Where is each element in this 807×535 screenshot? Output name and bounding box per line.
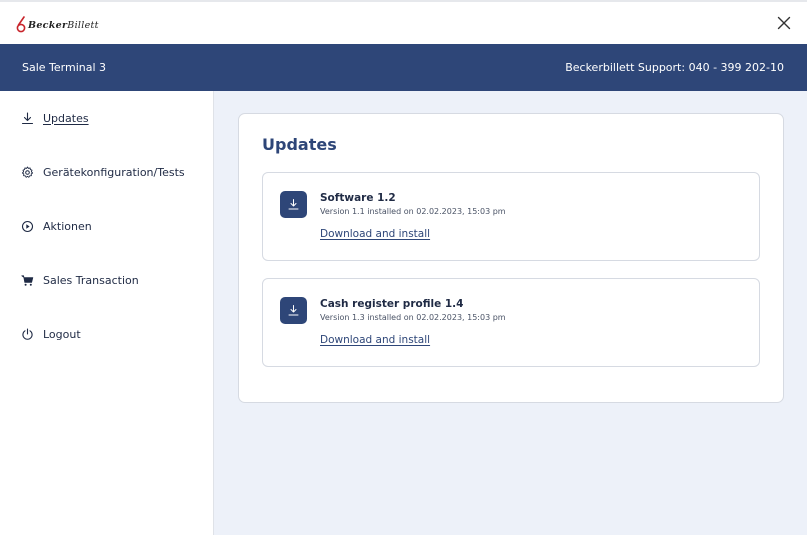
sidebar-item-device-config[interactable]: Gerätekonfiguration/Tests (21, 163, 207, 181)
sidebar-item-logout[interactable]: Logout (21, 325, 207, 343)
logo-text: BeckerBillett (28, 20, 99, 33)
sidebar-item-updates[interactable]: Updates (21, 109, 207, 127)
download-icon (280, 297, 307, 324)
sidebar-item-label: Logout (43, 327, 81, 341)
sidebar-item-sales-transaction[interactable]: Sales Transaction (21, 271, 207, 289)
power-icon (21, 327, 34, 341)
update-title: Software 1.2 (320, 192, 396, 204)
becker-billett-logo: BeckerBillett (16, 13, 99, 33)
sidebar-item-label: Updates (43, 111, 89, 125)
sidebar: Updates Gerätekonfiguration/Tests Aktion… (0, 91, 214, 535)
title-bar: BeckerBillett (0, 0, 807, 44)
close-icon (777, 16, 791, 30)
play-circle-icon (21, 220, 34, 233)
page-title: Updates (262, 135, 337, 154)
gear-icon (21, 166, 34, 179)
logo-text-becker: Becker (28, 20, 68, 31)
download-install-link[interactable]: Download and install (320, 334, 430, 346)
download-install-link[interactable]: Download and install (320, 228, 430, 240)
download-icon (280, 191, 307, 218)
download-icon (21, 111, 34, 125)
update-installed-version: Version 1.1 installed on 02.02.2023, 15:… (320, 207, 506, 216)
update-title: Cash register profile 1.4 (320, 298, 464, 310)
sidebar-item-label: Gerätekonfiguration/Tests (43, 165, 185, 179)
logo-mark-icon (16, 16, 26, 33)
support-info: Beckerbillett Support: 040 - 399 202-10 (565, 61, 784, 74)
logo-text-billett: Billett (67, 20, 99, 31)
close-button[interactable] (775, 14, 793, 32)
update-installed-version: Version 1.3 installed on 02.02.2023, 15:… (320, 313, 506, 322)
update-card-cash-register-profile: Cash register profile 1.4 Version 1.3 in… (262, 278, 760, 367)
update-card-software: Software 1.2 Version 1.1 installed on 02… (262, 172, 760, 261)
sidebar-item-label: Aktionen (43, 219, 92, 233)
header-bar: Sale Terminal 3 Beckerbillett Support: 0… (0, 44, 807, 91)
terminal-name: Sale Terminal 3 (22, 61, 107, 74)
updates-panel: Updates Software 1.2 Version 1.1 install… (238, 113, 784, 403)
sidebar-item-aktionen[interactable]: Aktionen (21, 217, 207, 235)
cart-icon (21, 274, 34, 287)
sidebar-item-label: Sales Transaction (43, 273, 139, 287)
app-window: BeckerBillett Sale Terminal 3 Beckerbill… (0, 0, 807, 535)
main-content: Updates Software 1.2 Version 1.1 install… (214, 91, 807, 535)
